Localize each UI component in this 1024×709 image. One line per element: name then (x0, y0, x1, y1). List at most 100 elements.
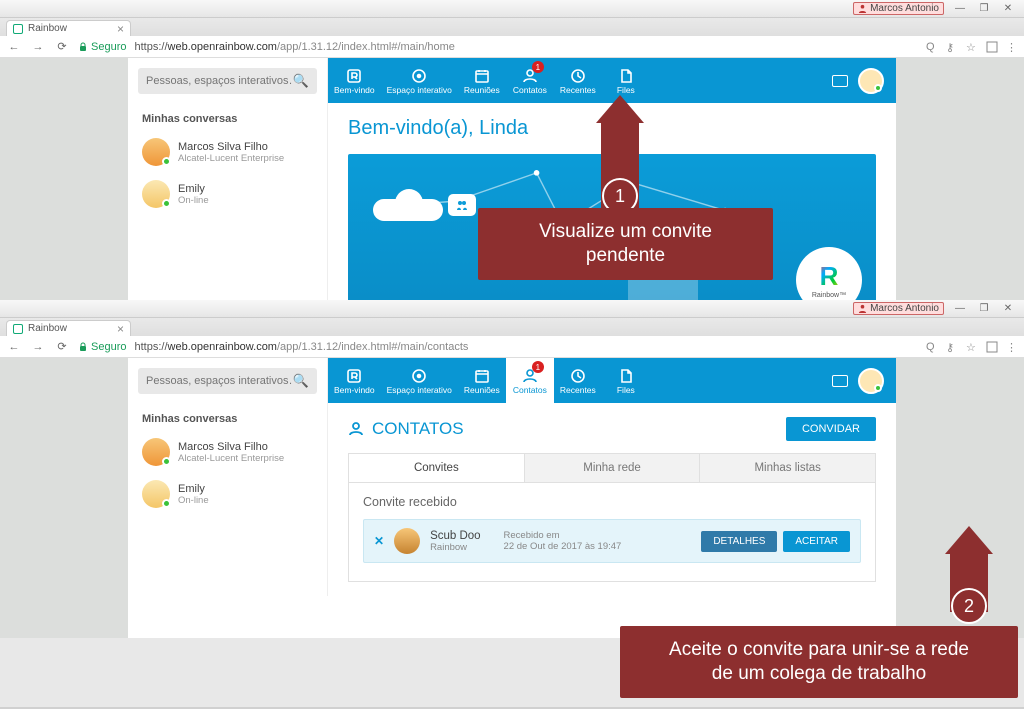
addr-ext-icon[interactable] (986, 341, 998, 353)
tabs: Convites Minha rede Minhas listas (348, 453, 876, 482)
window-minimize-button[interactable]: — (948, 302, 972, 316)
nav-welcome[interactable]: Bem-vindo (328, 358, 381, 403)
user-avatar[interactable] (858, 368, 884, 394)
addr-menu-icon[interactable]: ⋮ (1006, 341, 1018, 353)
annotation-callout: Aceite o convite para unir-se a redede u… (620, 626, 1018, 698)
dismiss-icon[interactable]: ✕ (374, 534, 384, 548)
avatar (142, 138, 170, 166)
tab-close-icon[interactable]: × (117, 23, 124, 35)
nav-contacts[interactable]: 1Contatos (506, 58, 554, 103)
nav-forward-button[interactable]: → (30, 341, 46, 353)
file-icon (618, 367, 634, 385)
accept-button[interactable]: ACEITAR (783, 531, 850, 552)
addr-menu-icon[interactable]: ⋮ (1006, 41, 1018, 53)
addr-key-icon[interactable]: ⚷ (946, 341, 958, 353)
id-card-icon[interactable] (832, 75, 848, 87)
presence-dot-online (162, 457, 171, 466)
sidebar: 🔍 Minhas conversas Marcos Silva FilhoAlc… (128, 58, 328, 333)
file-icon (618, 67, 634, 85)
notification-badge: 1 (532, 361, 544, 373)
addr-search-icon[interactable]: Q (926, 41, 938, 53)
presence-dot-online (874, 384, 882, 392)
nav-back-button[interactable]: ← (6, 41, 22, 53)
annotation-arrow (596, 95, 644, 123)
id-card-icon[interactable] (832, 375, 848, 387)
tab-title: Rainbow (28, 23, 67, 34)
nav-spaces[interactable]: Espaço interativo (381, 58, 458, 103)
browser-tabstrip: Rainbow × (0, 18, 1024, 36)
os-user-badge[interactable]: Marcos Antonio (853, 302, 944, 315)
clock-icon (570, 367, 586, 385)
conversation-item[interactable]: EmilyOn-line (128, 473, 327, 515)
browser-tab[interactable]: Rainbow × (6, 320, 131, 336)
avatar (394, 528, 420, 554)
tab-network[interactable]: Minha rede (525, 454, 701, 482)
user-avatar[interactable] (858, 68, 884, 94)
search-input[interactable]: 🔍 (138, 368, 317, 394)
window-maximize-button[interactable]: ❐ (972, 2, 996, 16)
presence-dot-online (162, 199, 171, 208)
nav-forward-button[interactable]: → (30, 41, 46, 53)
os-user-label: Marcos Antonio (870, 3, 939, 14)
network-node-icon (448, 194, 476, 216)
calendar-icon (474, 67, 490, 85)
logo-icon (346, 367, 362, 385)
nav-contacts[interactable]: 1Contatos (506, 358, 554, 403)
addr-star-icon[interactable]: ☆ (966, 41, 978, 53)
annotation-callout: Visualize um convitependente (478, 208, 773, 280)
nav-welcome[interactable]: Bem-vindo (328, 58, 381, 103)
tab-lists[interactable]: Minhas listas (700, 454, 875, 482)
window-minimize-button[interactable]: — (948, 2, 972, 16)
nav-meetings[interactable]: Reuniões (458, 358, 506, 403)
clock-icon (570, 67, 586, 85)
nav-back-button[interactable]: ← (6, 341, 22, 353)
browser-tabstrip: Rainbow × (0, 318, 1024, 336)
browser-tab[interactable]: Rainbow × (6, 20, 131, 36)
addr-star-icon[interactable]: ☆ (966, 341, 978, 353)
tab-close-icon[interactable]: × (117, 323, 124, 335)
nav-meetings[interactable]: Reuniões (458, 58, 506, 103)
nav-files[interactable]: Files (602, 358, 650, 403)
notification-badge: 1 (532, 61, 544, 73)
favicon-icon (13, 324, 23, 334)
nav-spaces[interactable]: Espaço interativo (381, 358, 458, 403)
sidebar-heading: Minhas conversas (128, 403, 327, 431)
section-heading: Convite recebido (363, 495, 861, 509)
annotation-arrow (945, 526, 993, 554)
address-bar: ← → ⟳ Seguro https://web.openrainbow.com… (0, 336, 1024, 358)
nav-recent[interactable]: Recentes (554, 58, 602, 103)
window-close-button[interactable]: ✕ (996, 2, 1020, 16)
secure-indicator: Seguro (78, 341, 126, 353)
nav-recent[interactable]: Recentes (554, 358, 602, 403)
addr-key-icon[interactable]: ⚷ (946, 41, 958, 53)
invite-button[interactable]: CONVIDAR (786, 417, 876, 441)
window-maximize-button[interactable]: ❐ (972, 302, 996, 316)
addr-search-icon[interactable]: Q (926, 341, 938, 353)
avatar (142, 180, 170, 208)
avatar (142, 438, 170, 466)
search-input[interactable]: 🔍 (138, 68, 317, 94)
annotation-step-number: 2 (951, 588, 987, 624)
details-button[interactable]: DETALHES (701, 531, 777, 552)
url-text[interactable]: https://web.openrainbow.com/app/1.31.12/… (134, 341, 468, 353)
conversation-item[interactable]: Marcos Silva FilhoAlcatel-Lucent Enterpr… (128, 131, 327, 173)
os-titlebar: Marcos Antonio — ❐ ✕ (0, 0, 1024, 18)
invite-card: ✕ Scub Doo Rainbow Recebido em 22 de Out… (363, 519, 861, 563)
addr-ext-icon[interactable] (986, 41, 998, 53)
tab-title: Rainbow (28, 323, 67, 334)
nav-reload-button[interactable]: ⟳ (54, 40, 70, 53)
conversation-item[interactable]: EmilyOn-line (128, 173, 327, 215)
sidebar-heading: Minhas conversas (128, 103, 327, 131)
page-title: CONTATOS (348, 419, 464, 439)
conversation-item[interactable]: Marcos Silva FilhoAlcatel-Lucent Enterpr… (128, 431, 327, 473)
logo-icon (346, 67, 362, 85)
address-bar: ← → ⟳ Seguro https://web.openrainbow.com… (0, 36, 1024, 58)
url-text[interactable]: https://web.openrainbow.com/app/1.31.12/… (134, 41, 454, 53)
target-icon (411, 367, 427, 385)
invites-section: Convite recebido ✕ Scub Doo Rainbow Rece… (348, 482, 876, 582)
os-user-badge[interactable]: Marcos Antonio (853, 2, 944, 15)
tab-invites[interactable]: Convites (349, 454, 525, 482)
os-user-label: Marcos Antonio (870, 303, 939, 314)
window-close-button[interactable]: ✕ (996, 302, 1020, 316)
nav-reload-button[interactable]: ⟳ (54, 340, 70, 353)
